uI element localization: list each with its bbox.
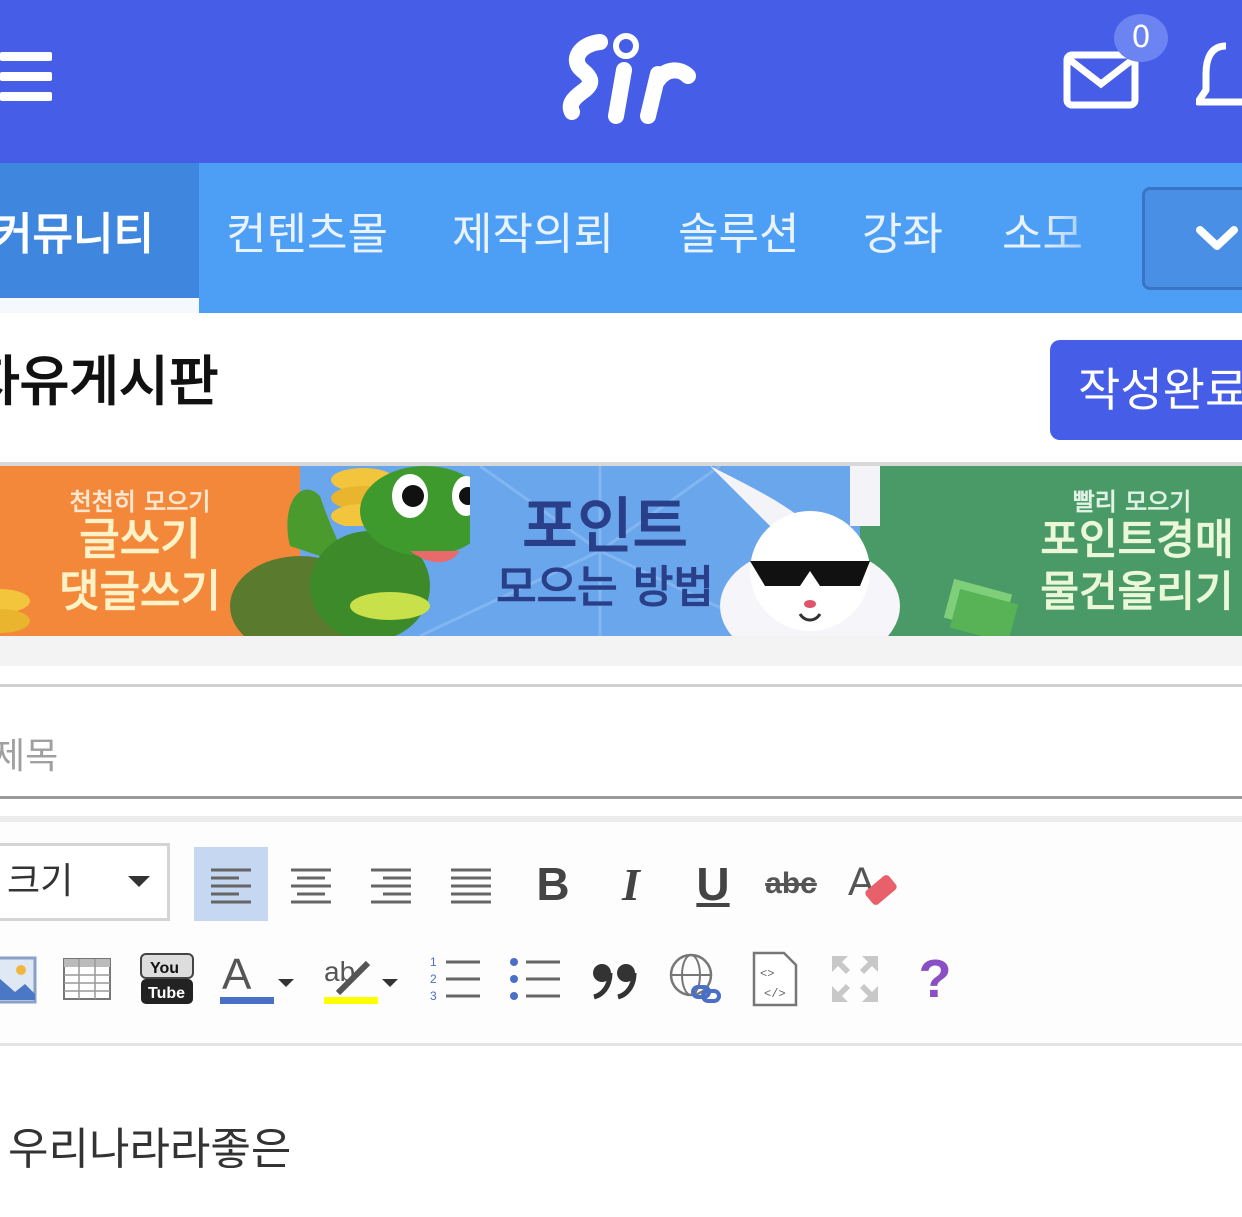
- nav-more-button[interactable]: [1142, 187, 1242, 290]
- divider: [0, 684, 1242, 687]
- title-input[interactable]: [0, 720, 1242, 792]
- font-color-icon[interactable]: A: [214, 942, 304, 1016]
- banner-mid-line1: 포인트: [522, 492, 688, 562]
- align-center-icon[interactable]: [274, 847, 348, 921]
- nav-item-lecture[interactable]: 강좌: [862, 205, 943, 265]
- coins-image: [0, 581, 30, 636]
- menu-icon[interactable]: [0, 52, 52, 102]
- strikethrough-icon[interactable]: abc: [754, 847, 828, 921]
- banner-left-small: 천천히 모으기: [69, 488, 211, 516]
- unordered-list-icon[interactable]: [498, 942, 572, 1016]
- bell-icon[interactable]: [1194, 40, 1242, 116]
- editor-content[interactable]: 우리나라라좋은: [8, 1120, 291, 1180]
- submit-button[interactable]: 작성완료: [1050, 340, 1242, 440]
- nav-fade-overlay: [1040, 163, 1140, 303]
- youtube-icon[interactable]: You Tube: [130, 942, 204, 1016]
- nav-item-contents-mall[interactable]: 컨텐츠몰: [226, 205, 388, 265]
- svg-text:A: A: [222, 950, 252, 999]
- nav-item-community[interactable]: 커뮤니티: [0, 205, 154, 265]
- svg-text:<>: <>: [760, 967, 774, 981]
- nav-item-request[interactable]: 제작의뢰: [452, 205, 614, 265]
- image-icon[interactable]: [0, 942, 44, 1016]
- quote-icon[interactable]: [578, 942, 652, 1016]
- bold-icon[interactable]: B: [516, 847, 590, 921]
- italic-icon[interactable]: I: [594, 847, 668, 921]
- align-left-icon[interactable]: [194, 847, 268, 921]
- ordered-list-icon[interactable]: 1 2 3: [418, 942, 492, 1016]
- underline-icon[interactable]: U: [676, 847, 750, 921]
- money-image: [940, 576, 1020, 636]
- site-logo[interactable]: [560, 30, 700, 130]
- nav-item-solution[interactable]: 솔루션: [678, 205, 799, 265]
- table-icon[interactable]: [50, 942, 124, 1016]
- points-banner[interactable]: 천천히 모으기 글쓰기 댓글쓰기 포인트 모으는 방법 빨리 모으기 포인트경매…: [0, 466, 1242, 636]
- banner-right-small: 빨리 모으기: [1072, 488, 1192, 516]
- svg-text:3: 3: [430, 989, 437, 1003]
- banner-mid-line2: 모으는 방법: [496, 562, 714, 613]
- svg-text:You: You: [150, 960, 179, 977]
- turtle-illustration: [230, 466, 490, 636]
- svg-text:2: 2: [430, 972, 437, 986]
- banner-left-line2: 댓글쓰기: [59, 566, 221, 617]
- spacer: [0, 636, 1242, 666]
- svg-text:</>: </>: [764, 987, 786, 1001]
- svg-text:Tube: Tube: [148, 985, 185, 1002]
- banner-right-line1: 포인트경매: [1040, 515, 1234, 564]
- rabbit-illustration: [710, 466, 920, 636]
- clear-format-icon[interactable]: A: [834, 847, 908, 921]
- nav-active-indicator: [0, 298, 199, 313]
- fullscreen-icon[interactable]: [818, 942, 892, 1016]
- banner-left-line1: 글쓰기: [79, 514, 201, 565]
- code-view-icon[interactable]: <> </>: [738, 942, 812, 1016]
- mail-count-badge: 0: [1114, 14, 1168, 62]
- divider: [0, 796, 1242, 799]
- page-title: 자유게시판: [0, 350, 219, 413]
- align-right-icon[interactable]: [354, 847, 428, 921]
- link-icon[interactable]: [658, 942, 732, 1016]
- align-justify-icon[interactable]: [434, 847, 508, 921]
- banner-right-line2: 물건올리기: [1040, 567, 1234, 616]
- highlight-icon[interactable]: ab: [318, 942, 408, 1016]
- dropdown-arrow-icon: [128, 876, 150, 887]
- svg-text:1: 1: [430, 955, 437, 969]
- help-icon[interactable]: ?: [898, 942, 972, 1016]
- chevron-down-icon: [1196, 226, 1238, 250]
